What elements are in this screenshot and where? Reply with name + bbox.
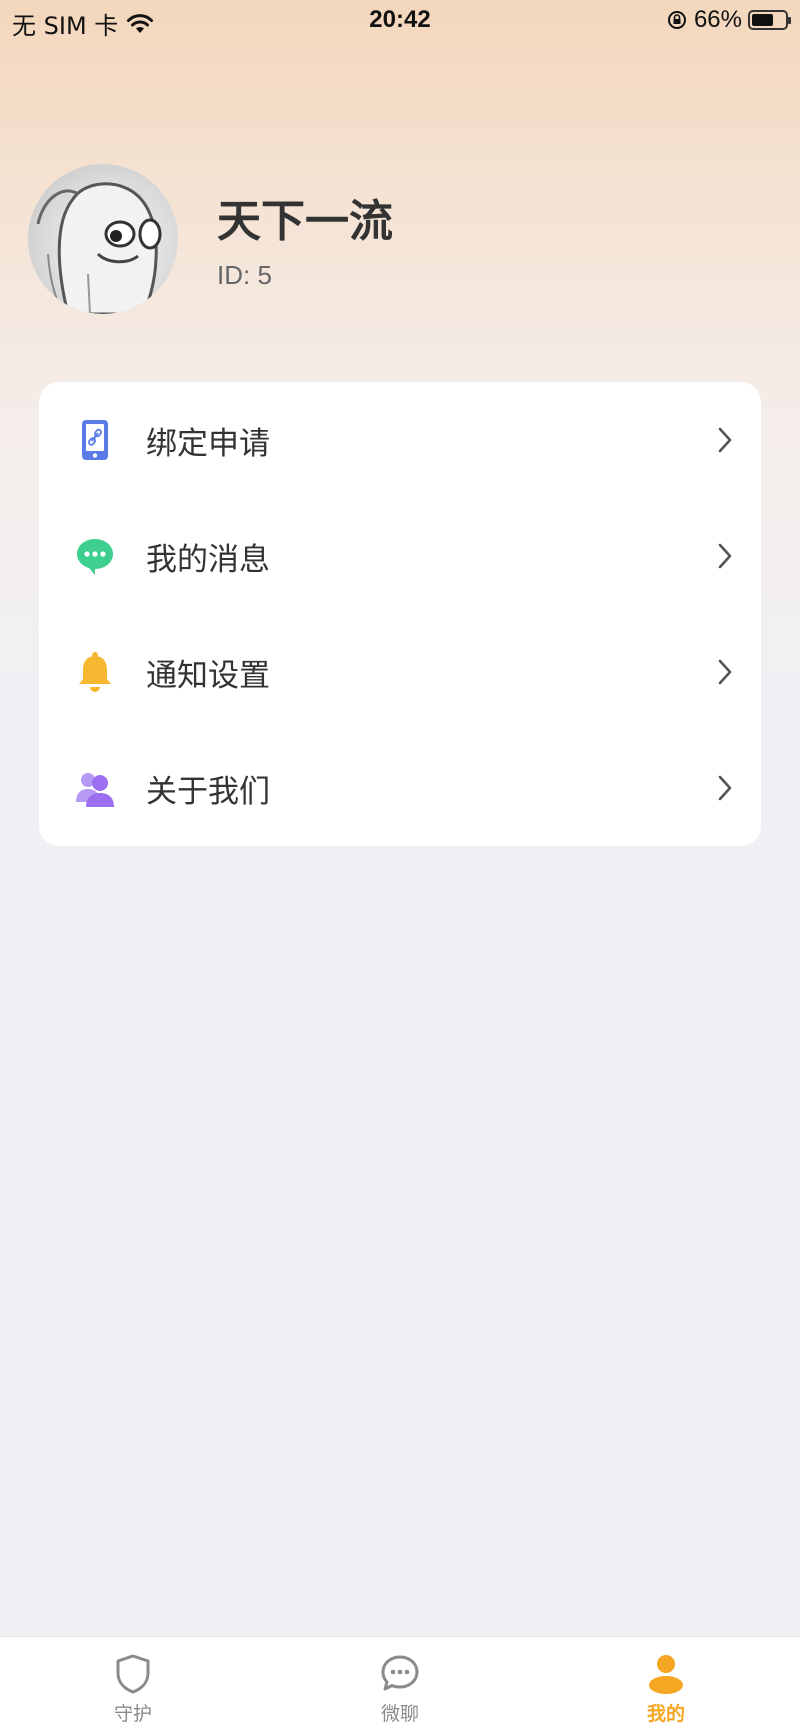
user-id: ID: 5 <box>217 260 272 290</box>
chevron-right-icon <box>718 543 732 569</box>
users-icon <box>75 768 115 808</box>
rotation-lock-icon <box>667 11 686 29</box>
person-icon <box>649 1655 683 1694</box>
status-bar: 无 SIM 卡 20:42 66% <box>0 0 800 42</box>
chat-bubble-icon <box>75 536 115 576</box>
menu-item-label: 通知设置 <box>146 657 270 694</box>
menu-item-bind-request[interactable]: 绑定申请 <box>39 382 761 498</box>
tab-label: 我的 <box>646 1703 685 1725</box>
menu-card: 绑定申请 我的消息 通知设置 关于我们 <box>39 382 761 846</box>
bell-icon <box>75 652 115 692</box>
menu-item-notification-settings[interactable]: 通知设置 <box>39 614 761 730</box>
tab-label: 守护 <box>113 1703 152 1725</box>
menu-item-my-messages[interactable]: 我的消息 <box>39 498 761 614</box>
avatar[interactable] <box>28 164 178 314</box>
tab-mine[interactable]: 我的 <box>606 1637 726 1732</box>
battery-level <box>752 14 773 26</box>
shield-icon <box>116 1654 150 1694</box>
chevron-right-icon <box>718 427 732 453</box>
menu-item-label: 我的消息 <box>146 541 270 578</box>
battery-percent: 66% <box>693 6 742 33</box>
status-right: 66% <box>666 6 791 34</box>
username: 天下一流 <box>217 196 393 247</box>
chat-icon <box>381 1655 419 1691</box>
menu-item-label: 绑定申请 <box>146 425 270 462</box>
phone-link-icon <box>75 420 115 460</box>
profile-page: 无 SIM 卡 20:42 66% 天下一流 ID: 5 绑定申请 我的消息 通… <box>0 0 800 1732</box>
menu-item-about-us[interactable]: 关于我们 <box>39 730 761 846</box>
avatar-image <box>36 182 162 314</box>
tab-label: 微聊 <box>380 1703 419 1725</box>
tab-bar: 守护 微聊 我的 <box>0 1636 800 1732</box>
menu-item-label: 关于我们 <box>146 773 270 810</box>
tab-chat[interactable]: 微聊 <box>340 1637 460 1732</box>
chevron-right-icon <box>718 775 732 801</box>
chevron-right-icon <box>718 659 732 685</box>
tab-guard[interactable]: 守护 <box>73 1637 193 1732</box>
battery-icon <box>748 10 791 30</box>
